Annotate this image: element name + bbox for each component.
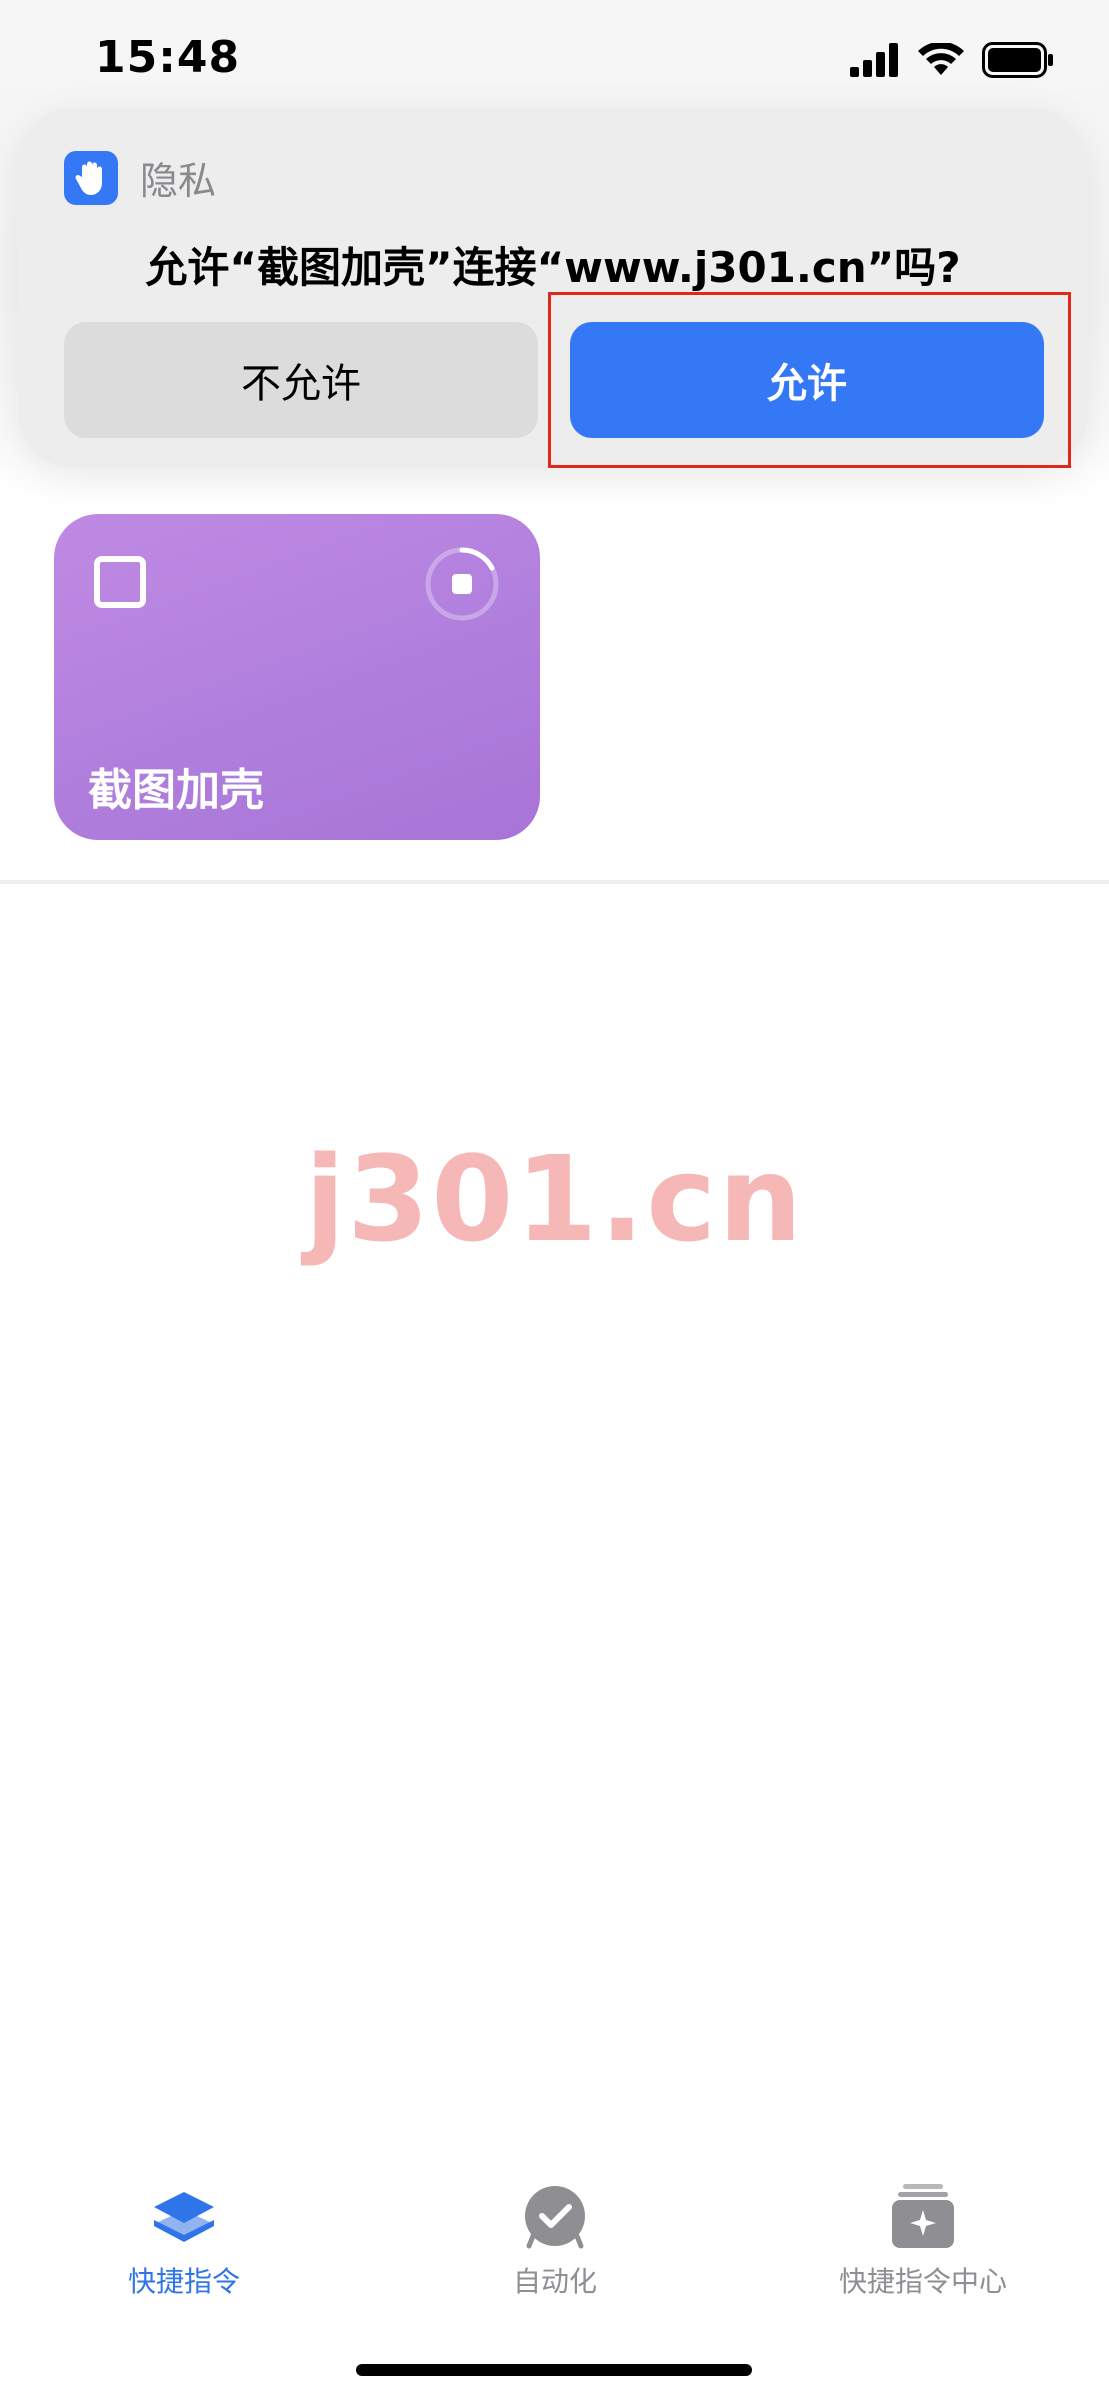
tab-bar: 快捷指令 自动化 快捷指令中心 (0, 2180, 1109, 2320)
tab-automation[interactable]: 自动化 (405, 2180, 705, 2300)
banner-header: 隐私 (64, 150, 216, 205)
tab-gallery[interactable]: 快捷指令中心 (773, 2180, 1073, 2300)
tab-automation-label: 自动化 (512, 2265, 597, 2298)
battery-icon (982, 42, 1053, 78)
running-progress-icon[interactable] (422, 544, 502, 624)
allow-highlight-box (548, 292, 1071, 468)
shortcut-title: 截图加壳 (88, 765, 264, 816)
layers-icon (154, 2192, 214, 2242)
tab-shortcuts-label: 快捷指令 (127, 2265, 240, 2298)
status-time: 15:48 (95, 32, 241, 83)
cellular-signal-icon (850, 43, 898, 77)
home-indicator[interactable] (356, 2364, 752, 2376)
status-icons (850, 40, 1054, 80)
tab-shortcuts[interactable]: 快捷指令 (34, 2180, 334, 2300)
stop-square-icon (94, 556, 146, 608)
clock-check-icon (525, 2186, 585, 2249)
watermark: j301.cn (304, 1130, 805, 1268)
section-divider (0, 880, 1109, 884)
privacy-hand-icon (64, 150, 118, 205)
deny-button[interactable]: 不允许 (64, 322, 538, 438)
permission-question: 允许“截图加壳”连接“www.j301.cn”吗? (145, 243, 961, 292)
tab-gallery-label: 快捷指令中心 (838, 2265, 1007, 2298)
banner-app-name: 隐私 (140, 159, 217, 203)
shortcut-card[interactable]: 截图加壳 (54, 514, 540, 840)
status-bar: 15:48 (0, 0, 1109, 120)
gallery-sparkle-icon (892, 2184, 954, 2248)
wifi-icon (918, 43, 964, 75)
